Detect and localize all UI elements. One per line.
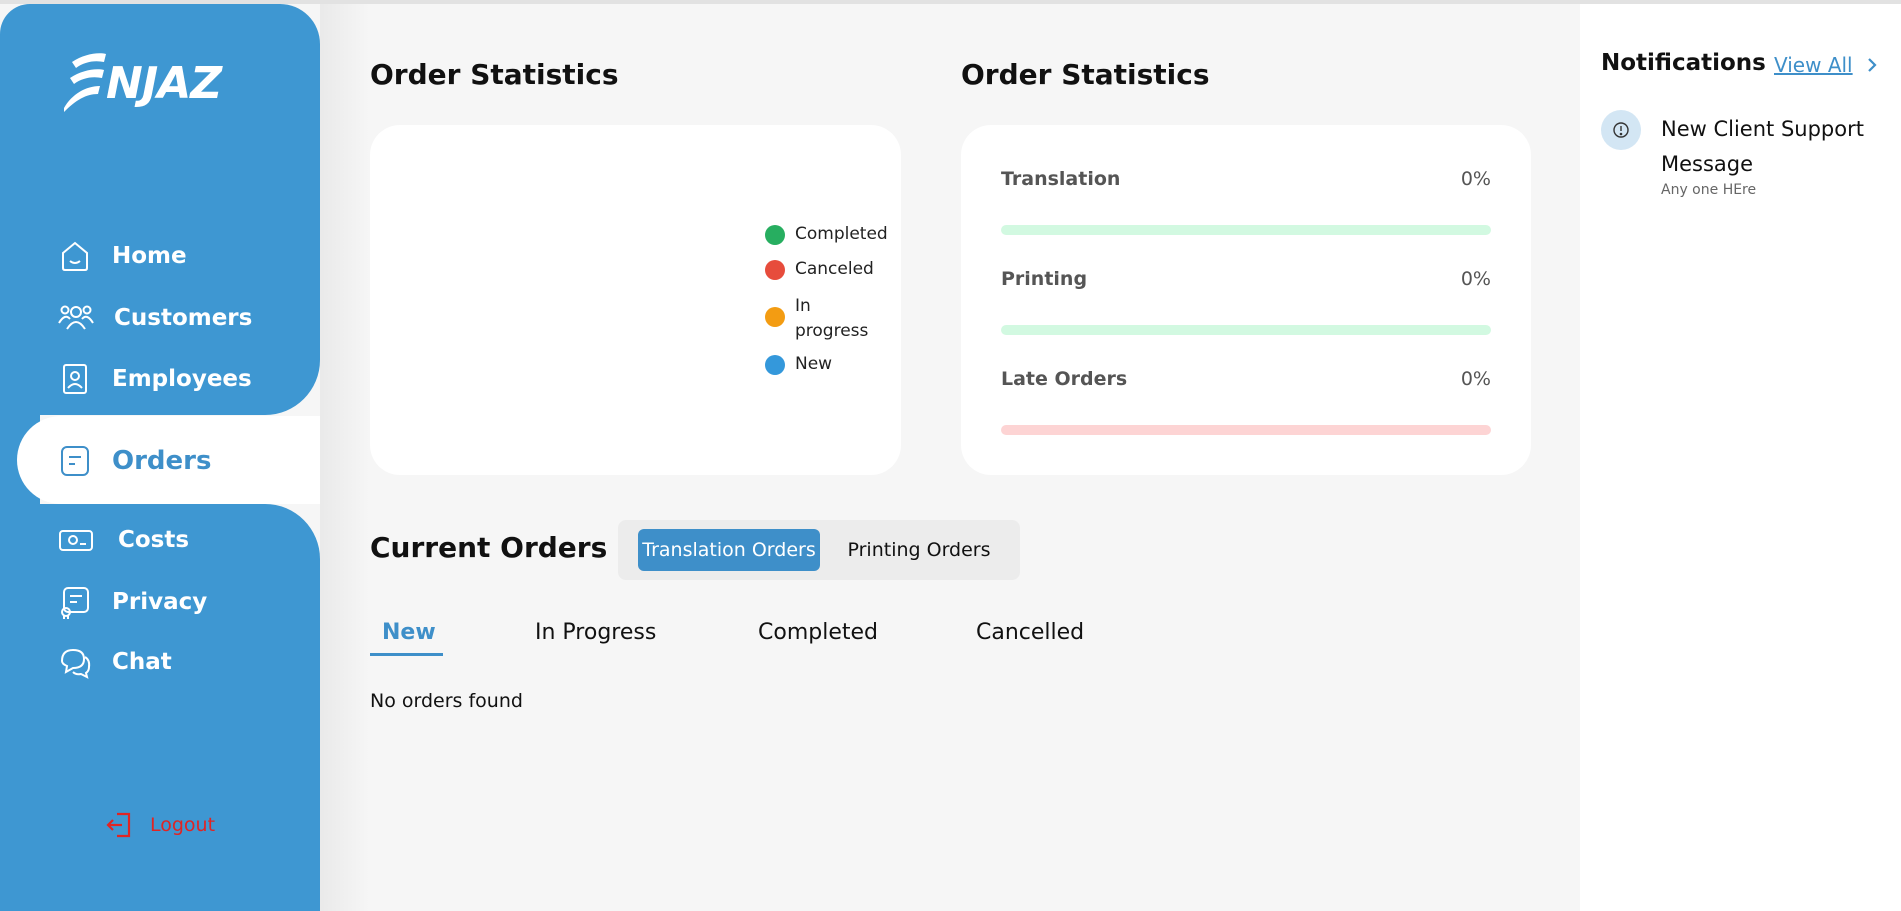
sidebar-item-label: Customers [114,305,253,331]
legend-dot [765,260,785,280]
sidebar-item-label: Chat [112,649,172,675]
policy-icon [61,587,89,619]
legend-dot [765,307,785,327]
sidebar-item-customers[interactable]: Customers [58,301,252,335]
current-orders-title: Current Orders [370,531,608,564]
sidebar: NJAZ Home Customers Employees Orders Cos… [0,4,320,911]
view-all-link[interactable]: View All [1774,53,1853,77]
legend-in-progress: In progress [765,294,885,344]
legend-dot [765,355,785,375]
chart-section-title: Order Statistics [370,58,619,91]
stat-printing-bar [1001,325,1491,335]
support-icon [1601,110,1641,150]
logo-text: NJAZ [106,57,222,109]
sidebar-item-home[interactable]: Home [58,239,187,273]
stat-late-bar [1001,425,1491,435]
sidebar-item-label: Home [112,243,187,269]
active-tab-indicator [370,653,443,656]
sidebar-item-label: Costs [118,527,190,553]
tab-cancelled[interactable]: Cancelled [976,620,1084,645]
stat-late-label: Late Orders [1001,368,1128,390]
logout-icon [106,812,131,838]
stat-translation-bar [1001,225,1491,235]
id-badge-icon [63,364,87,394]
printing-orders-button[interactable]: Printing Orders [838,529,1000,571]
stat-translation-label: Translation [1001,168,1121,190]
legend-dot [765,225,785,245]
cash-icon [59,530,93,551]
notifications-title: Notifications [1601,50,1766,76]
sidebar-item-costs[interactable]: Costs [58,523,189,557]
legend-completed: Completed [765,224,888,245]
pie-chart [390,150,690,450]
legend-label: Canceled [795,259,874,279]
tab-completed[interactable]: Completed [758,620,878,645]
sidebar-item-orders[interactable]: Orders [58,444,211,478]
notifications-panel: Notifications View All New Client Suppor… [1580,4,1901,911]
chat-icon [60,648,91,679]
logo-swoosh-icon [64,53,106,112]
stat-printing-label: Printing [1001,268,1088,290]
translation-orders-button[interactable]: Translation Orders [638,529,820,571]
users-icon [58,305,94,330]
sidebar-item-label: Privacy [112,589,208,615]
sidebar-item-chat[interactable]: Chat [58,645,172,679]
logout-label: Logout [150,814,216,836]
notification-subtitle: Any one HEre [1661,182,1757,198]
order-pie-chart-card: Completed Canceled In progress New [370,125,901,475]
sidebar-item-label: Orders [112,446,212,476]
stat-translation-value: 0% [1460,168,1491,190]
stat-printing-value: 0% [1460,268,1491,290]
order-progress-card: Translation 0% Printing 0% Late Orders 0… [961,125,1531,475]
sidebar-item-privacy[interactable]: Privacy [58,585,207,619]
brand-logo[interactable]: NJAZ [62,48,222,118]
sidebar-item-employees[interactable]: Employees [58,362,252,396]
legend-new: New [765,354,832,375]
chevron-right-icon[interactable] [1862,54,1882,76]
order-type-toggle: Translation Orders Printing Orders [618,520,1020,580]
legend-label: Completed [795,224,888,244]
notification-title[interactable]: New Client Support Message [1661,112,1891,182]
sidebar-item-label: Employees [112,366,252,392]
empty-orders-message: No orders found [370,690,523,712]
tab-in-progress[interactable]: In Progress [535,620,656,645]
legend-canceled: Canceled [765,259,874,280]
stat-late-value: 0% [1460,368,1491,390]
legend-label: In progress [795,296,869,341]
progress-section-title: Order Statistics [961,58,1210,91]
home-icon [62,241,88,271]
logout-button[interactable]: Logout [104,810,215,840]
tab-new[interactable]: New [382,620,436,645]
legend-label: New [795,354,833,374]
document-icon [61,446,89,476]
